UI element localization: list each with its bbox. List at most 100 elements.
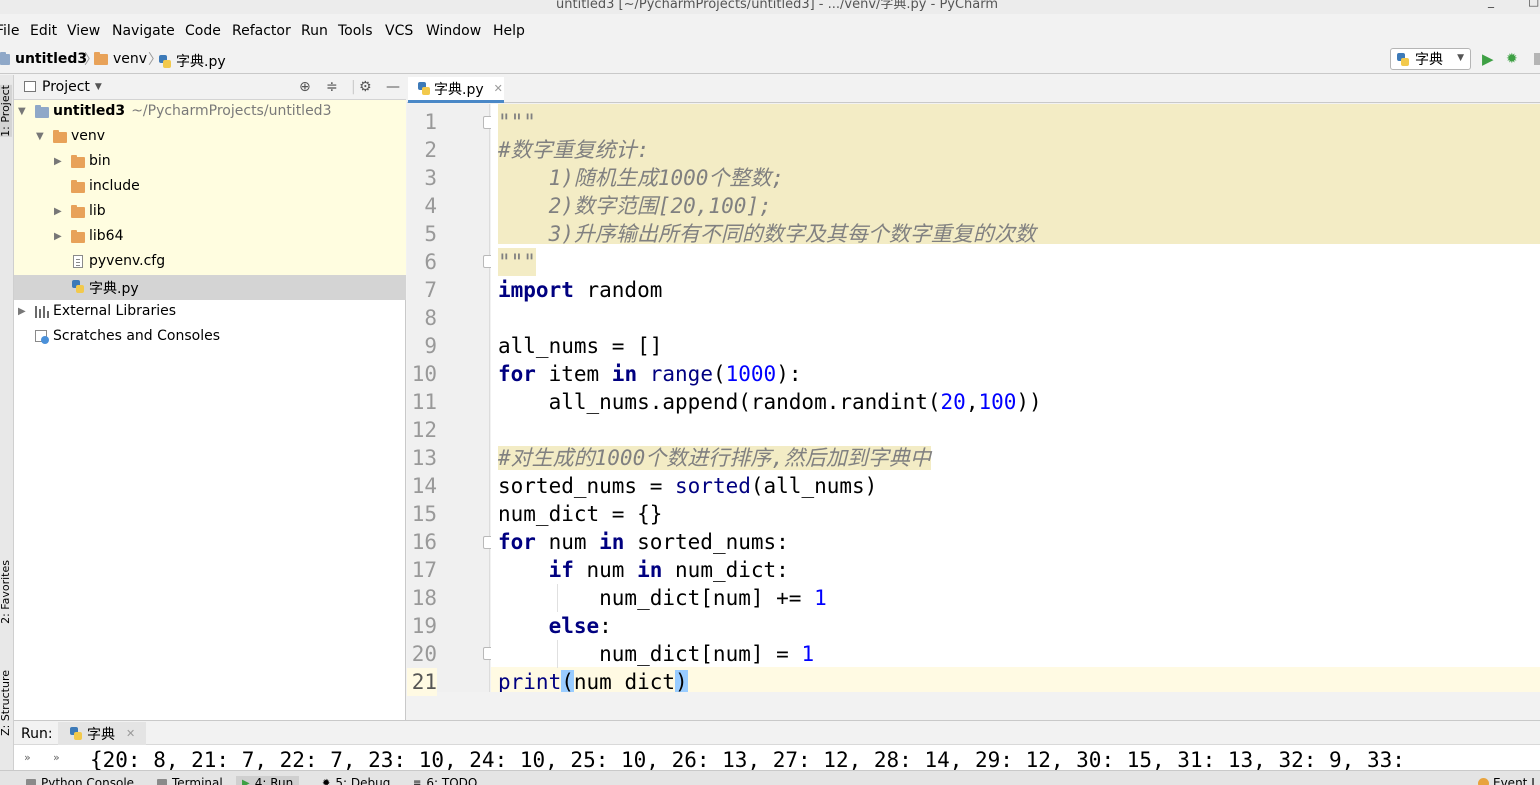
event-log-button[interactable]: Event L (1478, 776, 1538, 785)
menu-refactor[interactable]: Refactor (232, 23, 291, 39)
code-text: num_dict[num] = (498, 642, 802, 666)
close-icon[interactable]: ✕ (126, 727, 135, 740)
folder-icon (53, 130, 67, 143)
code-text: )) (1016, 390, 1042, 414)
divider: | (351, 79, 356, 95)
menu-navigate[interactable]: Navigate (112, 23, 175, 39)
close-icon[interactable]: ✕ (494, 82, 503, 95)
folder-icon (94, 51, 108, 65)
menu-view[interactable]: View (67, 23, 100, 39)
todo-icon: ≡ (413, 777, 422, 785)
line-number: 11 (411, 390, 437, 414)
tab-run-zidian[interactable]: 字典 ✕ (58, 722, 146, 745)
code-line-4: 2)数字范围[20,100]; (498, 194, 772, 218)
line-number: 18 (411, 586, 437, 610)
menu-edit[interactable]: Edit (30, 23, 57, 39)
tree-item-pyvenv-cfg[interactable]: pyvenv.cfg (14, 250, 406, 275)
code-editor[interactable]: """ #数字重复统计: 1)随机生成1000个整数; 2)数字范围[20,10… (491, 104, 1540, 692)
tree-item-venv[interactable]: ▼ venv (14, 125, 406, 150)
tab-favorites-tool[interactable]: 2: Favorites (0, 560, 12, 624)
line-number: 2 (424, 138, 437, 162)
breadcrumb-project[interactable]: untitled3 (0, 51, 87, 67)
collapse-arrow-icon[interactable]: ▶ (18, 306, 26, 317)
builtin: range (649, 362, 713, 386)
run-icon[interactable]: ▶ (1482, 51, 1496, 67)
collapse-arrow-icon[interactable]: ▶ (54, 231, 62, 242)
menu-run[interactable]: Run (301, 23, 328, 39)
minimize-icon[interactable]: _ (1488, 0, 1494, 8)
code-line-14: sorted_nums = sorted(all_nums) (498, 472, 877, 500)
code-line-10: for item in range(1000): (498, 360, 802, 388)
collapse-arrow-icon[interactable]: ▶ (54, 156, 62, 167)
line-number: 13 (411, 446, 437, 470)
tab-terminal[interactable]: Terminal (157, 776, 223, 785)
code-text: sorted_nums = (498, 474, 676, 498)
python-file-icon (159, 54, 171, 68)
run-configuration-select[interactable]: 字典 ▼ (1390, 48, 1471, 70)
project-path: ~/PycharmProjects/untitled3 (131, 103, 332, 119)
folder-icon (71, 180, 85, 193)
expand-arrow-icon[interactable]: ▼ (36, 131, 44, 142)
tree-item-external-libraries[interactable]: ▶ External Libraries (14, 300, 406, 325)
menu-help[interactable]: Help (493, 23, 525, 39)
tab-structure-tool[interactable]: Z: Structure (0, 670, 12, 736)
hide-panel-icon[interactable]: — (386, 79, 400, 95)
code-line-16: for num in sorted_nums: (498, 528, 789, 556)
event-log-label: Event L (1493, 776, 1538, 785)
menu-window[interactable]: Window (426, 23, 481, 39)
tree-item-include[interactable]: include (14, 175, 406, 200)
menu-file[interactable]: File (0, 23, 19, 39)
menu-tools[interactable]: Tools (338, 23, 373, 39)
line-number: 15 (411, 502, 437, 526)
tree-item-label: venv (71, 128, 106, 144)
line-number: 14 (411, 474, 437, 498)
tree-item-lib[interactable]: ▶ lib (14, 200, 406, 225)
tab-zidian-py[interactable]: 字典.py ✕ (408, 77, 504, 103)
project-panel-title: Project (42, 79, 90, 95)
keyword: for (498, 362, 536, 386)
code-text: all_nums.append(random.randint( (498, 390, 941, 414)
tool-tab-label: 5: Debug (335, 776, 391, 785)
tree-item-label: lib64 (89, 228, 124, 244)
tab-project-tool[interactable]: 1: Project (0, 85, 12, 137)
menu-vcs[interactable]: VCS (385, 23, 413, 39)
project-view-selector[interactable]: Project ▼ (42, 79, 102, 95)
tab-todo[interactable]: ≡ 6: TODO (413, 776, 477, 785)
code-line-19: else: (498, 612, 612, 640)
tab-python-console[interactable]: Python Console (26, 776, 134, 785)
expand-toolbar-icon[interactable]: » (53, 751, 60, 764)
stop-icon[interactable] (1534, 53, 1540, 65)
tree-item-lib64[interactable]: ▶ lib64 (14, 225, 406, 250)
expand-arrow-icon[interactable]: ▼ (18, 106, 26, 117)
tree-item-bin[interactable]: ▶ bin (14, 150, 406, 175)
editor-tab-bar: 字典.py ✕ (407, 75, 1540, 103)
keyword: for (498, 530, 536, 554)
menu-code[interactable]: Code (185, 23, 221, 39)
project-panel: Project ▼ ⊕ ≑ | ⚙ — ▼ untitled3 ~/Pycharm… (14, 75, 406, 720)
window-title: untitled3 [~/PycharmProjects/untitled3] … (556, 0, 999, 12)
tab-run[interactable]: ▶ 4: Run (236, 776, 300, 785)
locate-icon[interactable]: ⊕ (299, 79, 311, 95)
tab-debug[interactable]: ✹ 5: Debug (322, 776, 390, 785)
collapse-all-icon[interactable]: ≑ (326, 79, 338, 95)
tree-item-zidian-py[interactable]: 字典.py (14, 275, 406, 300)
maximize-icon[interactable]: □ (1528, 0, 1539, 8)
code-text: num (535, 530, 600, 554)
code-line-17: if num in num_dict: (498, 556, 789, 584)
breadcrumb-file[interactable]: 字典.py (159, 51, 226, 71)
tree-item-label: pyvenv.cfg (89, 253, 166, 269)
collapse-arrow-icon[interactable]: ▶ (54, 206, 62, 217)
builtin: print (498, 670, 562, 692)
expand-toolbar-icon[interactable]: » (24, 751, 31, 764)
tree-item-scratches[interactable]: Scratches and Consoles (14, 325, 406, 350)
number-literal: 1 (814, 586, 827, 610)
tool-tab-label: Python Console (41, 776, 135, 785)
breadcrumb-venv[interactable]: venv (94, 51, 147, 67)
debug-icon[interactable]: ✹ (1506, 50, 1522, 68)
tool-tab-label: 6: TODO (426, 776, 478, 785)
gear-icon[interactable]: ⚙ (359, 79, 372, 95)
tree-item-untitled3[interactable]: ▼ untitled3 ~/PycharmProjects/untitled3 (14, 100, 406, 125)
editor-gutter: 1 2 3 4 5 6 7 8 9 10 11 12 13 14 15 16 1… (407, 104, 496, 696)
